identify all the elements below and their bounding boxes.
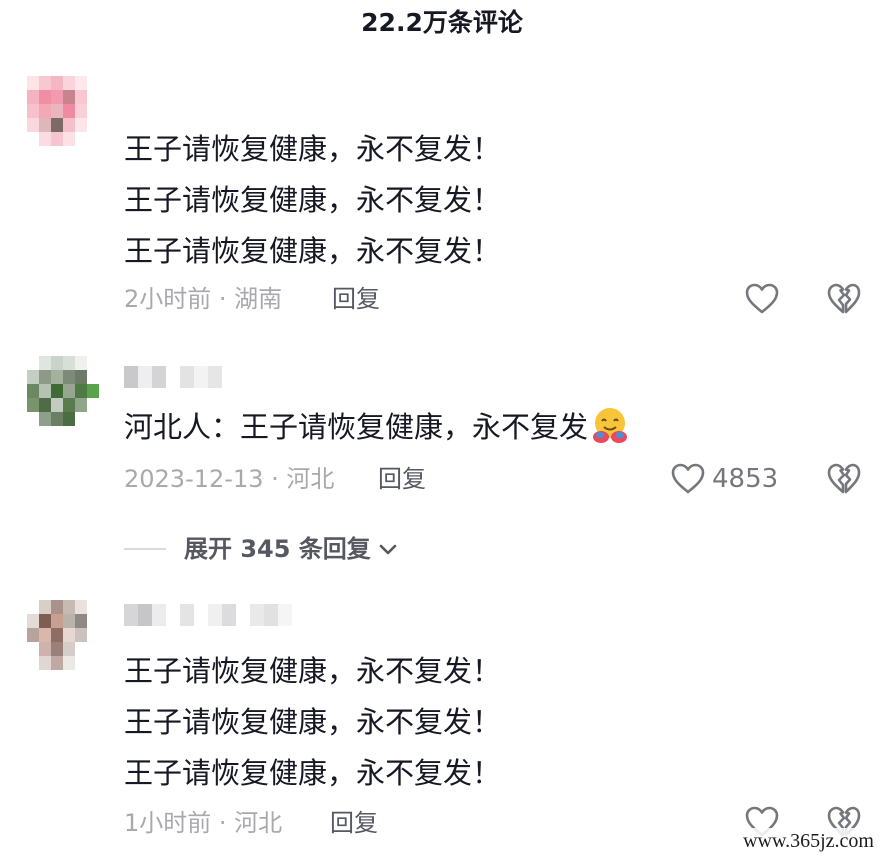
comment-count-title: 22.2万条评论 xyxy=(361,8,523,37)
chevron-down-icon xyxy=(379,544,397,555)
comment-line: 王子请恢复健康，永不复发！ xyxy=(124,654,502,688)
like-button[interactable] xyxy=(744,281,780,317)
hugging-face-emoji xyxy=(593,408,628,443)
username-blurred[interactable] xyxy=(124,604,292,626)
comment-line: 王子请恢复健康，永不复发！ xyxy=(124,756,502,790)
comment-line: 王子请恢复健康，永不复发！ xyxy=(124,132,502,166)
comment-meta: 2小时前 · 湖南 xyxy=(124,285,283,313)
comment-text: 王子请恢复健康，永不复发！ 王子请恢复健康，永不复发！ 王子请恢复健康，永不复发… xyxy=(124,124,501,277)
avatar[interactable] xyxy=(27,356,99,444)
heart-outline-icon xyxy=(745,283,779,314)
comment-line: 王子请恢复健康，永不复发！ xyxy=(124,234,502,268)
comment-text: 王子请恢复健康，永不复发！ 王子请恢复健康，永不复发！ 王子请恢复健康，永不复发… xyxy=(124,646,501,799)
divider xyxy=(124,548,166,550)
dislike-button[interactable] xyxy=(826,461,862,497)
comment-line: 王子请恢复健康，永不复发！ xyxy=(124,705,502,739)
comment-line-text: 河北人：王子请恢复健康，永不复发 xyxy=(124,410,589,444)
dislike-button[interactable] xyxy=(826,281,862,317)
avatar[interactable] xyxy=(27,76,99,164)
comment-line: 河北人：王子请恢复健康，永不复发 xyxy=(124,402,630,453)
comment-meta: 1小时前 · 河北 xyxy=(124,809,283,837)
comment-text: 河北人：王子请恢复健康，永不复发 xyxy=(124,402,630,453)
reply-button[interactable]: 回复 xyxy=(378,462,426,496)
reply-button[interactable]: 回复 xyxy=(330,806,378,840)
watermark: www.365jz.com xyxy=(739,828,878,854)
heart-outline-icon xyxy=(671,463,705,494)
reply-button[interactable]: 回复 xyxy=(332,282,380,316)
comment-meta: 2023-12-13 · 河北 xyxy=(124,465,335,493)
username-blurred[interactable] xyxy=(124,366,222,388)
avatar[interactable] xyxy=(27,600,99,688)
broken-heart-icon xyxy=(827,283,861,314)
comment-line: 王子请恢复健康，永不复发！ xyxy=(124,183,502,217)
like-button[interactable]: 4853 xyxy=(670,461,778,497)
broken-heart-icon xyxy=(827,463,861,494)
like-count: 4853 xyxy=(712,464,779,494)
expand-replies-button[interactable]: 展开 345 条回复 xyxy=(124,532,399,566)
expand-replies-label: 展开 345 条回复 xyxy=(184,535,371,563)
